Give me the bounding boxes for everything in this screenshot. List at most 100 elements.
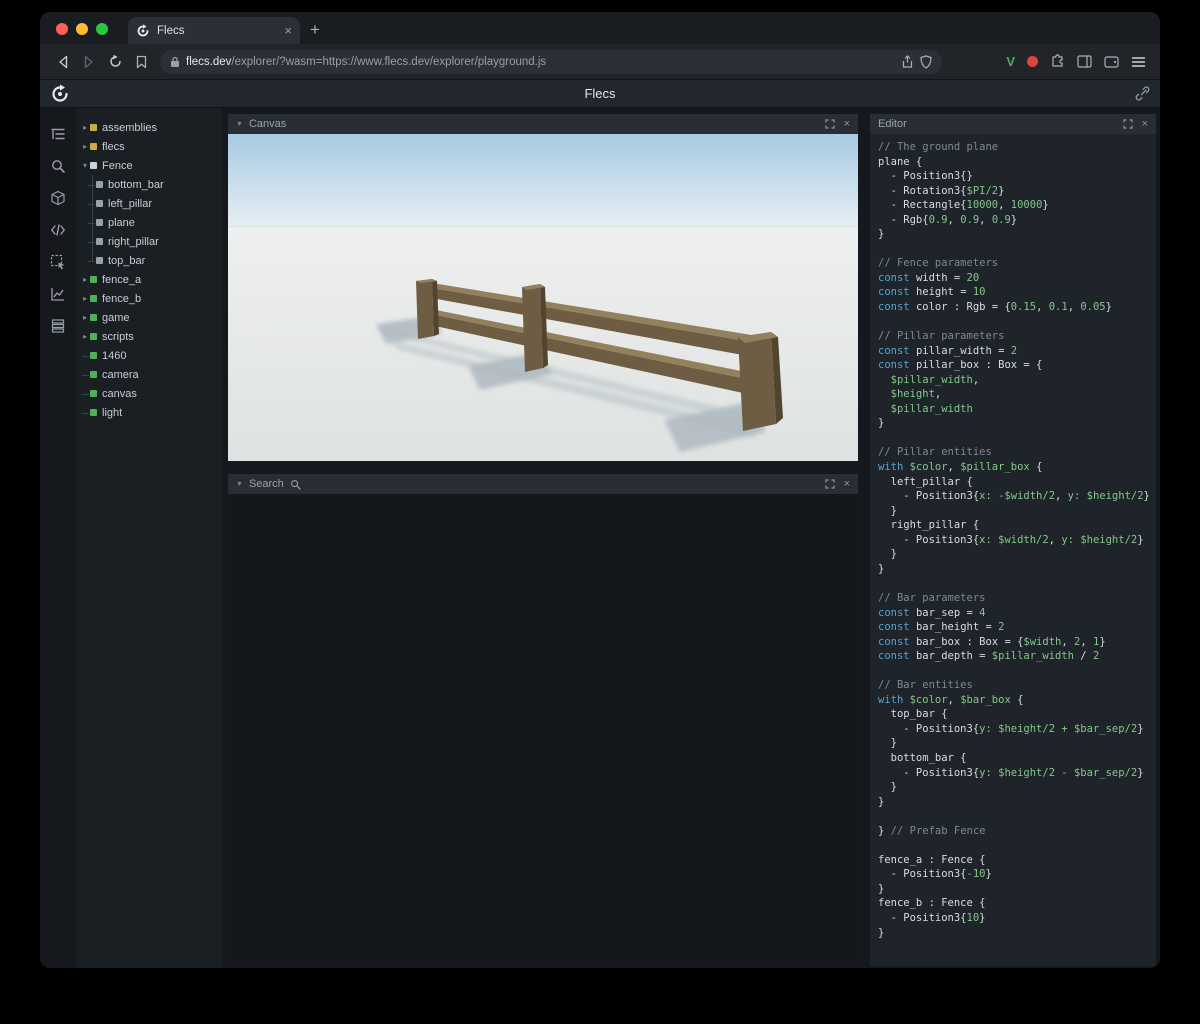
code-icon[interactable] (46, 218, 70, 242)
tree-item-game[interactable]: ▸ game (76, 308, 222, 327)
chart-icon[interactable] (46, 282, 70, 306)
url-domain: flecs.dev (186, 55, 232, 68)
editor-code[interactable]: // The ground plane plane { - Position3{}… (870, 134, 1156, 966)
code-line: } (878, 795, 885, 808)
entity-kind-square (90, 371, 97, 378)
sidebar-toggle-icon[interactable] (1077, 55, 1092, 68)
desktop-background: Flecs × + flecs.dev/explorer/?wasm=https… (0, 0, 1200, 1024)
canvas-panel: ▼ Canvas × (228, 114, 858, 461)
share-icon[interactable] (901, 54, 914, 69)
entity-kind-square (90, 162, 97, 169)
expand-arrow-icon[interactable]: ▸ (80, 294, 90, 303)
sky (228, 134, 858, 226)
entity-kind-square (90, 124, 97, 131)
tree-item-light[interactable]: light (76, 403, 222, 422)
code-line: } (878, 781, 897, 794)
select-icon[interactable] (46, 250, 70, 274)
code-line: - Rectangle{10000, 10000} (878, 199, 1049, 212)
tab-close-icon[interactable]: × (284, 24, 292, 37)
tree-item-scripts[interactable]: ▸ scripts (76, 327, 222, 346)
tree-item-canvas[interactable]: canvas (76, 384, 222, 403)
tree-item-camera[interactable]: camera (76, 365, 222, 384)
url-bar[interactable]: flecs.dev/explorer/?wasm=https://www.fle… (160, 49, 943, 74)
expand-arrow-icon[interactable]: ▸ (80, 313, 90, 322)
entity-label: light (102, 406, 123, 419)
flecs-favicon-icon (137, 23, 149, 36)
tree-item-fence_b[interactable]: ▸ fence_b (76, 289, 222, 308)
forward-button[interactable] (76, 49, 102, 75)
code-line: with $color, $bar_box { (878, 693, 1024, 706)
code-line: } (878, 926, 885, 939)
code-line: } (878, 548, 897, 561)
entity-tree-list: ▸ assemblies ▸ flecs ▾ Fence bottom_bar left_pi… (76, 118, 222, 422)
entity-label: bottom_bar (108, 178, 164, 191)
browser-tab[interactable]: Flecs × (128, 17, 300, 44)
entity-label: scripts (102, 330, 134, 343)
expand-arrow-icon[interactable]: ▸ (80, 275, 90, 284)
code-line: - Position3{x: -$width/2, y: $height/2} (878, 490, 1150, 503)
tree-item-top_bar[interactable]: top_bar (76, 251, 222, 270)
cube-icon[interactable] (46, 186, 70, 210)
entity-label: fence_a (102, 273, 142, 286)
entity-tree: ▸ assemblies ▸ flecs ▾ Fence bottom_bar left_pi… (76, 108, 222, 968)
puzzle-extensions-icon[interactable] (1050, 54, 1065, 69)
tree-item-assemblies[interactable]: ▸ assemblies (76, 118, 222, 137)
bookmark-icon[interactable] (128, 49, 154, 75)
code-line: const bar_box : Box = {$width, 2, 1} (878, 635, 1106, 648)
tree-item-Fence[interactable]: ▾ Fence (76, 156, 222, 175)
code-line: $pillar_width (878, 402, 973, 415)
code-line: const width = 20 (878, 271, 980, 284)
tree-item-1460[interactable]: 1460 (76, 346, 222, 365)
main-area: ▸ assemblies ▸ flecs ▾ Fence bottom_bar left_pi… (40, 108, 1160, 968)
tree-item-left_pillar[interactable]: left_pillar (76, 194, 222, 213)
page-title: Flecs (584, 86, 616, 101)
close-icon[interactable]: × (844, 478, 850, 490)
fence-left-pillar (416, 279, 439, 339)
expand-arrow-icon[interactable]: ▸ (80, 332, 90, 341)
code-line: - Position3{10} (878, 911, 986, 924)
code-line: - Rgb{0.9, 0.9, 0.9} (878, 213, 1018, 226)
tree-item-fence_a[interactable]: ▸ fence_a (76, 270, 222, 289)
tree-item-bottom_bar[interactable]: bottom_bar (76, 175, 222, 194)
code-line: } (878, 737, 897, 750)
brave-shield-icon[interactable] (920, 54, 932, 69)
search-results-area (228, 494, 858, 966)
expand-arrow-icon[interactable]: ▸ (80, 123, 90, 132)
chevron-down-icon[interactable]: ▼ (236, 481, 243, 488)
entity-tree-icon[interactable] (46, 122, 70, 146)
canvas-panel-title: Canvas (248, 118, 287, 130)
close-window-button[interactable] (56, 23, 68, 35)
code-line: const color : Rgb = {0.15, 0.1, 0.05} (878, 301, 1112, 314)
code-line: } (878, 504, 897, 517)
tree-item-flecs[interactable]: ▸ flecs (76, 137, 222, 156)
menu-icon[interactable] (1131, 56, 1146, 68)
expand-icon[interactable] (824, 119, 835, 129)
close-icon[interactable]: × (844, 118, 850, 130)
expand-icon[interactable] (1122, 119, 1133, 129)
expand-arrow-icon[interactable]: ▸ (80, 142, 90, 151)
chevron-down-icon[interactable]: ▼ (236, 121, 243, 128)
search-icon[interactable] (46, 154, 70, 178)
red-dot-extension-icon[interactable] (1027, 56, 1038, 67)
code-line: // Pillar parameters (878, 330, 1005, 343)
zoom-window-button[interactable] (96, 23, 108, 35)
reload-button[interactable] (102, 49, 128, 75)
new-tab-button[interactable]: + (300, 20, 332, 44)
minimize-window-button[interactable] (76, 23, 88, 35)
expand-icon[interactable] (824, 479, 835, 489)
tab-strip: Flecs × + (40, 12, 1160, 44)
wallet-icon[interactable] (1104, 55, 1119, 68)
entity-label: Fence (102, 159, 133, 172)
collapse-arrow-icon[interactable]: ▾ (80, 161, 90, 170)
close-icon[interactable]: × (1142, 118, 1148, 130)
entity-kind-square (90, 295, 97, 302)
tree-item-right_pillar[interactable]: right_pillar (76, 232, 222, 251)
back-button[interactable] (50, 49, 76, 75)
entity-label: plane (108, 216, 135, 229)
entity-kind-square (96, 200, 103, 207)
v-extension-icon[interactable]: V (1006, 54, 1015, 69)
tree-item-plane[interactable]: plane (76, 213, 222, 232)
3d-viewport[interactable] (228, 134, 858, 461)
rows-icon[interactable] (46, 314, 70, 338)
